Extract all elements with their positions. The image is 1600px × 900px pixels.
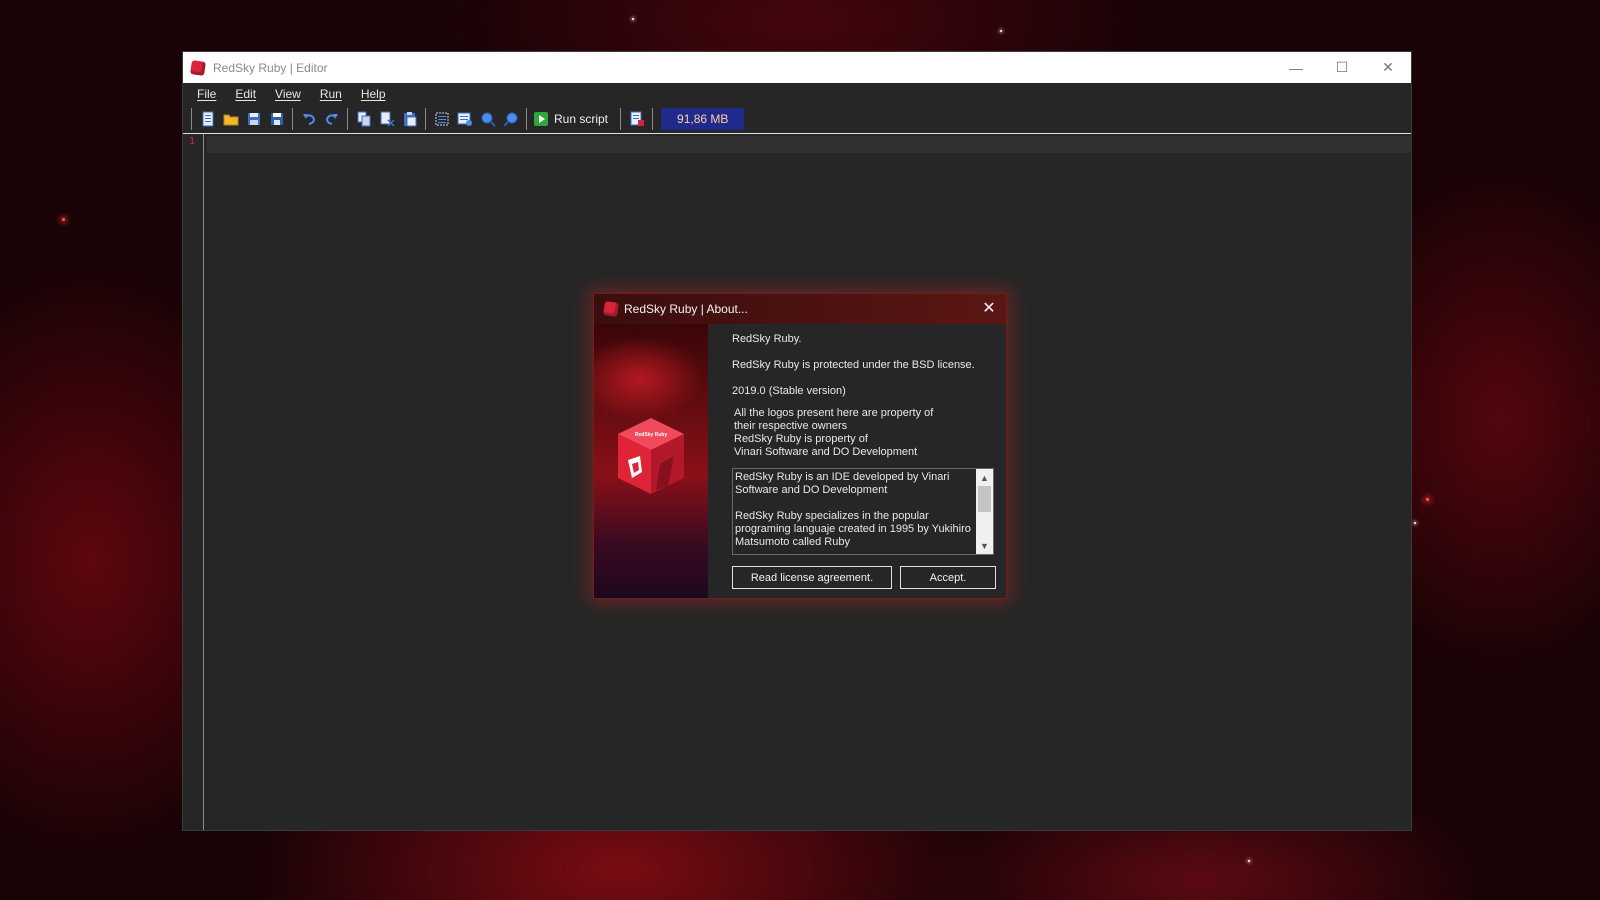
select-all-icon[interactable] xyxy=(433,111,450,128)
accept-button[interactable]: Accept. xyxy=(900,566,996,589)
toolbar-separator xyxy=(620,108,622,130)
ownership-line: RedSky Ruby is property of xyxy=(734,433,868,445)
about-app-name: RedSky Ruby. xyxy=(732,333,802,345)
description-paragraph: RedSky Ruby is an IDE developed by Vinar… xyxy=(735,471,950,496)
script-settings-icon[interactable] xyxy=(628,111,645,128)
ownership-line: All the logos present here are property … xyxy=(734,407,934,419)
close-button[interactable]: ✕ xyxy=(1365,52,1411,83)
new-file-icon[interactable] xyxy=(199,111,216,128)
description-textbox[interactable]: RedSky Ruby is an IDE developed by Vinar… xyxy=(732,468,994,555)
memory-usage-badge: 91,86 MB xyxy=(661,108,745,130)
open-folder-icon[interactable] xyxy=(222,111,239,128)
app-logo-icon xyxy=(603,301,619,317)
scroll-down-icon[interactable]: ▼ xyxy=(976,537,993,554)
toolbar-separator xyxy=(292,108,293,130)
description-paragraph: RedSky Ruby specializes in the popular p… xyxy=(735,510,971,548)
svg-text:RedSky Ruby: RedSky Ruby xyxy=(635,432,667,438)
zoom-in-icon[interactable] xyxy=(479,111,496,128)
scroll-thumb[interactable] xyxy=(978,486,991,512)
copy-icon[interactable] xyxy=(355,111,372,128)
window-title: RedSky Ruby | Editor xyxy=(213,60,328,75)
read-license-button[interactable]: Read license agreement. xyxy=(732,566,892,589)
menu-file[interactable]: File xyxy=(197,87,216,101)
ownership-line: their respective owners xyxy=(734,420,848,432)
line-number-gutter: 1 xyxy=(183,134,204,830)
ownership-line: Vinari Software and DO Development xyxy=(734,446,918,458)
find-icon[interactable] xyxy=(456,111,473,128)
scroll-up-icon[interactable]: ▲ xyxy=(976,469,993,486)
run-icon xyxy=(534,112,548,126)
line-number: 1 xyxy=(189,136,196,147)
description-text: RedSky Ruby is an IDE developed by Vinar… xyxy=(735,471,975,554)
menu-view[interactable]: View xyxy=(275,87,301,101)
redo-icon[interactable] xyxy=(323,111,340,128)
window-controls: — ☐ ✕ xyxy=(1273,52,1411,83)
about-license-text: RedSky Ruby is protected under the BSD l… xyxy=(732,359,975,371)
run-script-button[interactable]: Run script xyxy=(534,112,608,126)
toolbar-separator xyxy=(652,108,654,130)
toolbar-separator xyxy=(425,108,426,130)
toolbar-separator xyxy=(526,108,527,130)
zoom-out-icon[interactable] xyxy=(502,111,519,128)
redsky-ruby-logo-icon: RedSky Ruby xyxy=(618,418,684,494)
vertical-scrollbar[interactable]: ▲ ▼ xyxy=(976,469,993,554)
menu-help[interactable]: Help xyxy=(361,87,386,101)
title-bar[interactable]: RedSky Ruby | Editor — ☐ ✕ xyxy=(183,52,1411,83)
save-icon[interactable] xyxy=(268,111,285,128)
background-star xyxy=(1248,860,1250,862)
app-logo-icon xyxy=(190,59,206,76)
background-star xyxy=(632,18,634,20)
maximize-button[interactable]: ☐ xyxy=(1319,52,1365,83)
about-version: 2019.0 (Stable version) xyxy=(732,385,846,397)
about-artwork: RedSky Ruby xyxy=(594,324,708,598)
background-star xyxy=(1426,498,1429,501)
about-dialog: RedSky Ruby | About... ✕ RedSky Ruby Red… xyxy=(593,293,1007,599)
toolbar: Run script 91,86 MB xyxy=(183,105,1411,134)
paste-icon[interactable] xyxy=(401,111,418,128)
undo-icon[interactable] xyxy=(300,111,317,128)
background-star xyxy=(1000,30,1002,32)
about-close-button[interactable]: ✕ xyxy=(980,300,998,318)
about-title-bar[interactable]: RedSky Ruby | About... ✕ xyxy=(594,294,1006,324)
about-title: RedSky Ruby | About... xyxy=(624,302,748,316)
toolbar-separator xyxy=(347,108,348,130)
save-as-icon[interactable] xyxy=(245,111,262,128)
about-ownership: All the logos present here are property … xyxy=(734,407,933,459)
background-star xyxy=(1414,522,1416,524)
menu-bar: File Edit View Run Help xyxy=(183,83,1411,105)
menu-edit[interactable]: Edit xyxy=(235,87,256,101)
current-line-highlight[interactable] xyxy=(207,136,1411,153)
cut-icon[interactable] xyxy=(378,111,395,128)
background-star xyxy=(62,218,65,221)
toolbar-separator xyxy=(191,108,192,130)
menu-run[interactable]: Run xyxy=(320,87,342,101)
run-script-label: Run script xyxy=(554,112,609,126)
minimize-button[interactable]: — xyxy=(1273,52,1319,83)
